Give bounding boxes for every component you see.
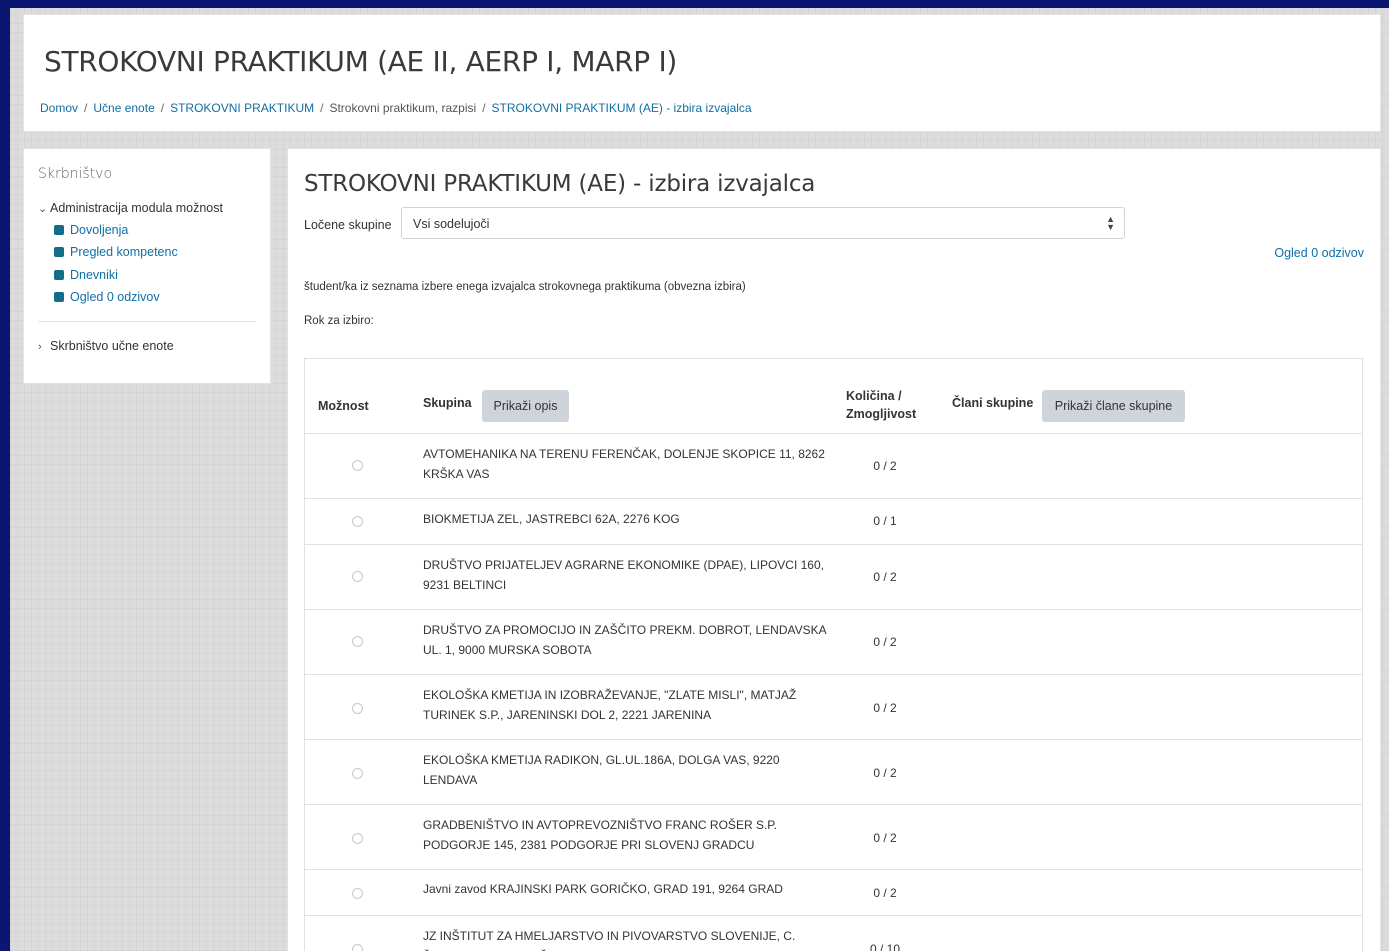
option-radio[interactable] bbox=[352, 636, 363, 647]
administration-block: Skrbništvo ⌄ Administracija modula možnos… bbox=[23, 148, 271, 384]
breadcrumb-activity[interactable]: STROKOVNI PRAKTIKUM (AE) - izbira izvaja… bbox=[492, 101, 752, 115]
sidebar-item-logs[interactable]: Dnevniki bbox=[54, 268, 118, 282]
group-name: DRUŠTVO ZA PROMOCIJO IN ZAŠČITO PREKM. D… bbox=[423, 623, 826, 657]
group-quantity: 0 / 10 bbox=[869, 942, 901, 951]
group-name: EKOLOŠKA KMETIJA RADIKON, GL.UL.186A, DO… bbox=[423, 753, 780, 787]
sidebar-item-label: Pregled kompetenc bbox=[70, 245, 178, 259]
sidebar-item-label: Dovoljenja bbox=[70, 223, 129, 237]
table-row: EKOLOŠKA KMETIJA RADIKON, GL.UL.186A, DO… bbox=[305, 740, 1362, 805]
choice-table: Možnost Skupina Prikaži opis Količina / Z… bbox=[304, 358, 1363, 951]
chevron-down-icon: ⌄ bbox=[38, 203, 48, 215]
option-radio[interactable] bbox=[352, 768, 363, 779]
column-header-members: Člani skupine bbox=[952, 396, 1034, 410]
responses-icon bbox=[54, 292, 64, 302]
groups-label: Ločene skupine bbox=[304, 218, 392, 232]
competencies-icon bbox=[54, 247, 64, 257]
group-name: GRADBENIŠTVO IN AVTOPREVOZNIŠTVO FRANC R… bbox=[423, 818, 778, 852]
sidebar-item-permissions[interactable]: Dovoljenja bbox=[54, 223, 128, 237]
activity-title: STROKOVNI PRAKTIKUM (AE) - izbira izvaja… bbox=[304, 171, 816, 197]
sidebar-divider bbox=[38, 321, 256, 322]
module-administration-node[interactable]: ⌄ Administracija modula možnost bbox=[38, 201, 223, 215]
option-radio[interactable] bbox=[352, 516, 363, 527]
table-row: EKOLOŠKA KMETIJA IN IZOBRAŽEVANJE, "ZLAT… bbox=[305, 675, 1362, 740]
intro-text: študent/ka iz seznama izbere enega izvaj… bbox=[304, 281, 746, 293]
option-radio[interactable] bbox=[352, 571, 363, 582]
group-quantity: 0 / 2 bbox=[873, 570, 897, 584]
breadcrumb-course[interactable]: STROKOVNI PRAKTIKUM bbox=[170, 101, 314, 115]
page-background: STROKOVNI PRAKTIKUM (AE II, AERP I, MARP… bbox=[10, 8, 1389, 951]
main-region: STROKOVNI PRAKTIKUM (AE) - izbira izvaja… bbox=[287, 148, 1381, 951]
administration-block-title: Skrbništvo bbox=[38, 166, 113, 182]
table-row: AVTOMEHANIKA NA TERENU FERENČAK, DOLENJE… bbox=[305, 434, 1362, 499]
group-quantity: 0 / 2 bbox=[873, 831, 897, 845]
breadcrumb-home[interactable]: Domov bbox=[40, 101, 78, 115]
breadcrumb: Domov / Učne enote / STROKOVNI PRAKTIKUM / Str… bbox=[40, 101, 752, 115]
group-quantity: 0 / 2 bbox=[873, 635, 897, 649]
table-row: DRUŠTVO ZA PROMOCIJO IN ZAŠČITO PREKM. D… bbox=[305, 610, 1362, 675]
table-row: Javni zavod KRAJINSKI PARK GORIČKO, GRAD… bbox=[305, 870, 1362, 916]
group-name: Javni zavod KRAJINSKI PARK GORIČKO, GRAD… bbox=[423, 882, 783, 896]
breadcrumb-courses[interactable]: Učne enote bbox=[93, 101, 154, 115]
option-radio[interactable] bbox=[352, 460, 363, 471]
show-description-button[interactable]: Prikaži opis bbox=[482, 390, 569, 422]
table-row: BIOKMETIJA ZEL, JASTREBCI 62A, 2276 KOG … bbox=[305, 499, 1362, 545]
deadline-text: Rok za izbiro: bbox=[304, 315, 374, 327]
quantity-header-line2: Zmogljivost bbox=[846, 407, 917, 421]
page-header: STROKOVNI PRAKTIKUM (AE II, AERP I, MARP… bbox=[23, 14, 1381, 132]
group-quantity: 0 / 2 bbox=[873, 886, 897, 900]
group-quantity: 0 / 2 bbox=[873, 701, 897, 715]
group-name: EKOLOŠKA KMETIJA IN IZOBRAŽEVANJE, "ZLAT… bbox=[423, 688, 797, 722]
sidebar-item-competencies[interactable]: Pregled kompetenc bbox=[54, 245, 178, 259]
sidebar-item-label: Ogled 0 odzivov bbox=[70, 290, 160, 304]
select-arrows-icon: ▲ ▼ bbox=[1106, 214, 1115, 232]
option-radio[interactable] bbox=[352, 833, 363, 844]
module-administration-label: Administracija modula možnost bbox=[50, 201, 223, 215]
column-header-quantity: Količina / Zmogljivost bbox=[846, 387, 916, 423]
group-quantity: 0 / 1 bbox=[873, 514, 897, 528]
column-header-group: Skupina bbox=[423, 396, 472, 410]
group-quantity: 0 / 2 bbox=[873, 766, 897, 780]
group-name: JZ INŠTITUT ZA HMELJARSTVO IN PIVOVARSTV… bbox=[423, 929, 796, 951]
table-row: GRADBENIŠTVO IN AVTOPREVOZNIŠTVO FRANC R… bbox=[305, 805, 1362, 870]
quantity-header-line1: Količina / bbox=[846, 389, 902, 403]
option-radio[interactable] bbox=[352, 888, 363, 899]
table-row: JZ INŠTITUT ZA HMELJARSTVO IN PIVOVARSTV… bbox=[305, 916, 1362, 951]
page-title: STROKOVNI PRAKTIKUM (AE II, AERP I, MARP… bbox=[44, 45, 678, 78]
course-administration-label: Skrbništvo učne enote bbox=[50, 339, 174, 353]
breadcrumb-section: Strokovni praktikum, razpisi bbox=[329, 101, 477, 115]
logs-icon bbox=[54, 270, 64, 280]
chevron-right-icon: › bbox=[38, 341, 42, 353]
option-radio[interactable] bbox=[352, 944, 363, 951]
sidebar-item-label: Dnevniki bbox=[70, 268, 118, 282]
course-administration-node[interactable]: › Skrbništvo učne enote bbox=[38, 339, 174, 353]
table-row: DRUŠTVO PRIJATELJEV AGRARNE EKONOMIKE (D… bbox=[305, 545, 1362, 610]
groups-select[interactable]: Vsi sodelujoči ▲ ▼ bbox=[401, 207, 1125, 239]
sidebar-item-responses[interactable]: Ogled 0 odzivov bbox=[54, 290, 160, 304]
permissions-icon bbox=[54, 225, 64, 235]
group-quantity: 0 / 2 bbox=[873, 459, 897, 473]
group-name: AVTOMEHANIKA NA TERENU FERENČAK, DOLENJE… bbox=[423, 447, 825, 481]
view-responses-link[interactable]: Ogled 0 odzivov bbox=[1274, 246, 1364, 260]
groups-select-value: Vsi sodelujoči bbox=[413, 217, 490, 231]
column-header-option: Možnost bbox=[318, 399, 369, 413]
option-radio[interactable] bbox=[352, 703, 363, 714]
show-members-button[interactable]: Prikaži člane skupine bbox=[1042, 390, 1185, 422]
group-name: BIOKMETIJA ZEL, JASTREBCI 62A, 2276 KOG bbox=[423, 512, 680, 526]
group-name: DRUŠTVO PRIJATELJEV AGRARNE EKONOMIKE (D… bbox=[423, 558, 824, 592]
